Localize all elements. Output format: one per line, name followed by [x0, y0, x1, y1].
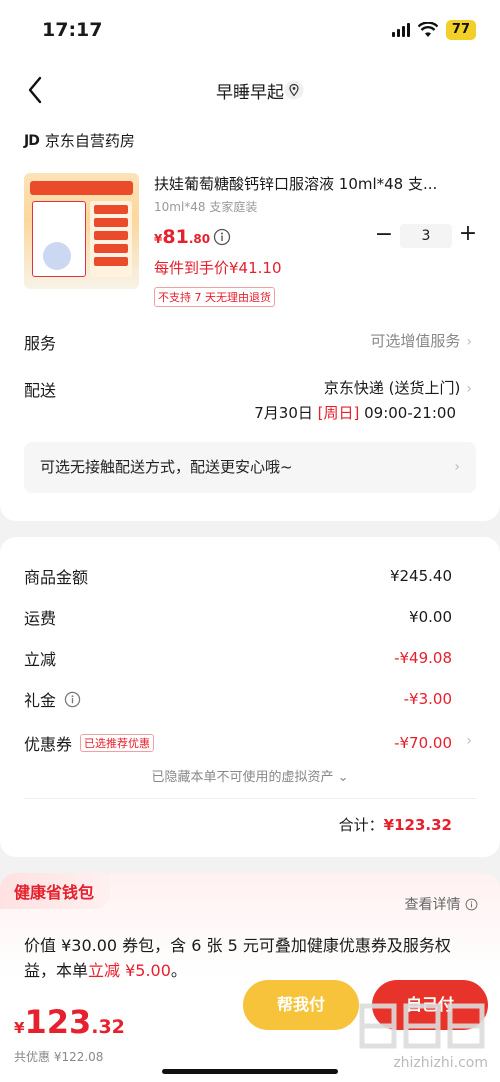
page-title: 早睡早起 [216, 83, 284, 103]
fee-value: -¥70.00 [394, 734, 452, 752]
fee-label-wrap: 优惠券 已选推荐优惠 [24, 731, 155, 755]
divider [24, 798, 476, 799]
watermark-text: zhizhizhi.com [393, 1055, 488, 1071]
price-decimal: .80 [188, 232, 211, 246]
health-wallet-promo: 价值 ¥30.00 券包，含 6 张 5 元可叠加健康优惠券及服务权益，本单立减… [24, 933, 476, 983]
footer-total-price: ¥123.32 [14, 1003, 125, 1041]
service-selector[interactable]: 可选增值服务 › [370, 330, 472, 351]
pay-for-me-button[interactable]: 帮我付 [243, 980, 359, 1030]
fee-row-gift: 礼金 -¥3.00 [24, 687, 452, 711]
status-time: 17:17 [42, 19, 103, 41]
hidden-assets-toggle[interactable]: 已隐藏本单不可使用的虚拟资产 ⌄ [0, 766, 500, 785]
order-total: 合计：¥123.32 [339, 814, 452, 835]
fee-value: -¥49.08 [394, 649, 452, 667]
store-row[interactable]: JD 京东自营药房 [24, 130, 135, 151]
info-icon[interactable] [213, 228, 231, 246]
quantity-input[interactable]: 3 [400, 224, 452, 248]
product-name[interactable]: 扶娃葡萄糖酸钙锌口服溶液 10ml*48 支... [154, 173, 466, 194]
chevron-down-icon: ⌄ [337, 770, 349, 785]
total-value: ¥123.32 [383, 816, 452, 834]
wifi-icon [417, 22, 438, 37]
status-bar: 17:17 77 [0, 0, 500, 62]
fee-value: ¥245.40 [389, 567, 452, 585]
quantity-increase-button[interactable]: + [458, 222, 478, 246]
total-decimal: .32 [91, 1016, 125, 1038]
delivery-time: 7月30日 [周日] 09:00-21:00 [254, 402, 456, 423]
location-pin-icon[interactable] [284, 80, 304, 100]
delivery-label: 配送 [24, 381, 57, 400]
fee-summary-card: 商品金额 ¥245.40 运费 ¥0.00 立减 -¥49.08 礼金 -¥3.00 … [0, 537, 500, 857]
total-symbol: ¥ [14, 1019, 25, 1037]
delivery-hours: 09:00-21:00 [359, 404, 456, 422]
fee-label-wrap: 礼金 [24, 687, 81, 711]
product-price: ¥81.80 [154, 226, 210, 248]
delivery-selector[interactable]: 京东快递 (送货上门) › [324, 377, 472, 398]
delivery-date: 7月30日 [254, 404, 318, 422]
status-icons: 77 [391, 20, 476, 40]
fee-label: 优惠券 [24, 735, 73, 754]
fee-row-discount: 立减 -¥49.08 [24, 646, 452, 670]
promo-end: 。 [170, 961, 187, 980]
fee-label: 立减 [24, 650, 57, 669]
home-indicator [162, 1069, 338, 1074]
no-return-badge: 不支持 7 天无理由退货 [154, 287, 275, 307]
service-label: 服务 [24, 334, 57, 353]
price-integer: 81 [162, 226, 189, 248]
product-spec: 10ml*48 支家庭装 [154, 200, 258, 214]
health-wallet-tag: 健康省钱包 [0, 873, 111, 909]
chevron-right-icon: › [466, 381, 472, 397]
coupon-tag: 已选推荐优惠 [80, 734, 155, 752]
contactless-delivery-option[interactable]: 可选无接触配送方式，配送更安心哦~ › [24, 442, 476, 493]
total-label: 合计： [338, 816, 384, 834]
fee-label: 运费 [24, 609, 57, 628]
nav-bar: 早睡早起 [0, 62, 500, 118]
fee-row-goods: 商品金额 ¥245.40 [24, 564, 452, 588]
chevron-right-icon: › [454, 459, 460, 475]
see-detail-link[interactable]: 查看详情 [405, 894, 478, 914]
jd-logo: JD [24, 132, 40, 149]
promo-discount: 立减 ¥5.00 [88, 961, 171, 980]
order-item-card: JD 京东自营药房 扶娃葡萄糖酸钙锌口服溶液 10ml*48 支... 10ml… [0, 118, 500, 521]
service-value: 可选增值服务 [370, 332, 461, 350]
fee-value: -¥3.00 [403, 690, 452, 708]
info-icon[interactable] [64, 691, 81, 708]
product-image-box [32, 201, 86, 277]
product-image-banner [30, 181, 133, 195]
total-integer: 123 [24, 1003, 92, 1041]
fee-row-shipping: 运费 ¥0.00 [24, 605, 452, 629]
product-image[interactable] [24, 173, 139, 289]
unit-price: 每件到手价¥41.10 [154, 259, 282, 277]
hidden-assets-text: 已隐藏本单不可使用的虚拟资产 [151, 770, 334, 785]
signal-icon [391, 23, 410, 37]
quantity-decrease-button[interactable]: − [374, 224, 394, 246]
info-icon [465, 898, 478, 911]
chevron-right-icon: › [466, 334, 472, 350]
delivery-weekday: [周日] [317, 404, 360, 422]
chevron-right-icon: › [466, 733, 472, 749]
fee-label: 礼金 [24, 691, 57, 710]
fee-row-coupon[interactable]: 优惠券 已选推荐优惠 -¥70.00 [24, 731, 452, 755]
fee-label: 商品金额 [24, 568, 89, 587]
contactless-text: 可选无接触配送方式，配送更安心哦~ [40, 458, 293, 476]
delivery-value: 京东快递 (送货上门) [323, 379, 461, 397]
product-image-badges [90, 201, 132, 277]
store-name: 京东自营药房 [44, 132, 135, 150]
saved-amount: 共优惠 ¥122.08 [14, 1050, 104, 1064]
see-detail-text: 查看详情 [404, 897, 461, 913]
battery-indicator: 77 [445, 20, 476, 40]
fee-value: ¥0.00 [409, 608, 452, 626]
